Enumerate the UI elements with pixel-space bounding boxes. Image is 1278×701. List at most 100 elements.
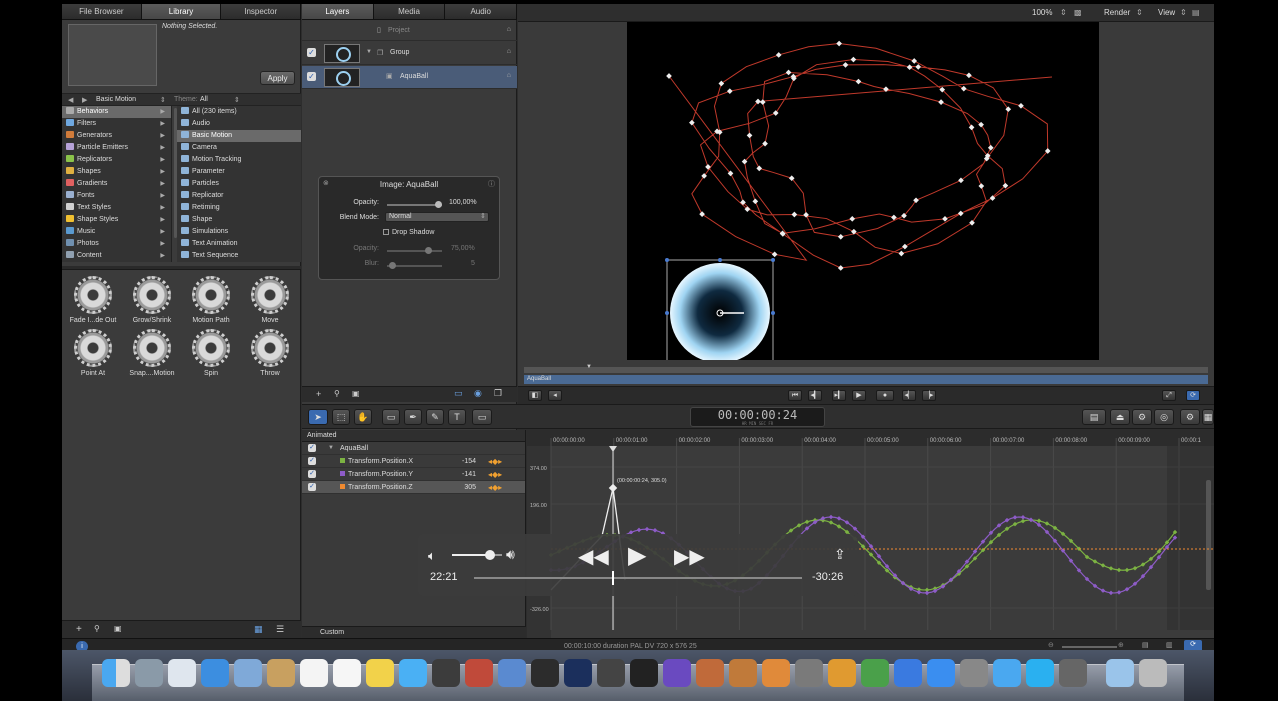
skype-icon[interactable] [1026,659,1054,687]
subcategory-item[interactable]: Simulations [177,226,301,238]
step-forward-icon[interactable]: ▸▎ [832,390,846,401]
keyframe-nav-icon[interactable]: ◂◆▸ [488,468,502,481]
pages-icon[interactable] [828,659,856,687]
bounding-box-handle[interactable] [665,311,669,315]
motion-path-point[interactable] [913,197,919,204]
motion-path-point[interactable] [850,56,857,63]
share-icon[interactable]: ▦ [1202,409,1214,425]
downloads-folder-icon[interactable] [1106,659,1134,687]
play-icon[interactable]: ▶ [852,390,866,401]
thumbnail-view-icon[interactable]: ▭ [454,388,463,399]
zoom-out-icon[interactable]: ⊖ [1048,641,1054,649]
category-item[interactable]: Shapes ▶ [62,166,171,178]
zoom-in-icon[interactable]: ⊕ [1118,641,1124,649]
photo-booth-icon[interactable] [465,659,493,687]
shadow-opacity-slider[interactable] [387,247,442,254]
parameter-row[interactable]: ✓ Transform.Position.Z 305 ◂◆▸ [302,481,525,494]
motion-path-point[interactable] [771,251,778,258]
search-icon[interactable]: ⚲ [94,624,100,633]
step-back-icon[interactable]: ◂▎ [808,390,822,401]
motion-path-point[interactable] [960,85,967,92]
bounding-box-handle[interactable] [771,311,775,315]
mainstage-icon[interactable] [729,659,757,687]
group-row[interactable]: ✓ ▼ ❐ Group ⌂ [302,42,517,65]
list-view-icon[interactable]: ☰ [276,624,284,635]
position-y-keyframe[interactable] [644,526,650,532]
motion-path-point[interactable] [726,88,733,95]
transform-tool-icon[interactable]: ⬚ [332,409,350,425]
scrub-bar[interactable] [474,571,802,585]
motion-path-point[interactable] [689,119,695,126]
motion-path-point[interactable] [803,212,809,218]
parameter-value[interactable]: 305 [450,481,476,494]
motion-path-point[interactable] [957,210,964,217]
keynote-icon[interactable] [762,659,790,687]
subcategory-item[interactable]: Text Animation [177,238,301,250]
subcategory-item[interactable]: Parameter [177,166,301,178]
position-y-keyframe[interactable] [916,589,922,595]
render-menu[interactable]: Render [1104,8,1130,17]
motion-path-point[interactable] [775,52,782,58]
view-menu[interactable]: View [1158,8,1175,17]
loop-icon[interactable]: ● [876,390,894,401]
paint-stroke-icon[interactable]: ✎ [426,409,444,425]
category-item[interactable]: Fonts ▶ [62,190,171,202]
numbers-icon[interactable] [861,659,889,687]
activity-icon[interactable] [960,659,988,687]
motion-path-point[interactable] [718,80,725,87]
position-x-keyframe[interactable] [1100,563,1106,568]
iphoto-icon[interactable] [498,659,526,687]
position-x-keyframe[interactable] [1020,518,1026,524]
parameter-enable-checkbox[interactable]: ✓ [308,470,316,478]
layer-visibility-checkbox[interactable]: ✓ [307,72,316,81]
bounding-box-handle[interactable] [718,258,722,262]
motion-path-point[interactable] [699,211,705,217]
library-item[interactable]: Fade I...de Out [64,276,122,324]
audio-icon[interactable]: ◂ [548,390,562,401]
blend-mode-popup[interactable]: Normal ⇕ [385,212,489,222]
subcategory-item[interactable]: Basic Motion [177,130,301,142]
aquaball-object[interactable] [670,263,770,360]
tab-media[interactable]: Media [373,4,446,19]
subcategory-item[interactable]: Particles [177,178,301,190]
rectangle-tool-icon[interactable]: ▭ [382,409,400,425]
curve-set-popup[interactable]: Custom [320,629,344,636]
motion-path-point[interactable] [842,62,849,68]
motion-path-point[interactable] [915,64,922,70]
zoom-popup[interactable]: 100% [1032,8,1052,17]
tab-library[interactable]: Library [141,4,222,19]
object-row[interactable]: ✓ ▼ AquaBall [302,442,525,455]
opacity-knob[interactable] [435,201,442,208]
launchpad-icon[interactable] [135,659,163,687]
icon-view-icon[interactable]: ▦ [254,624,263,635]
position-y-keyframe[interactable] [1028,517,1034,523]
back-arrow-icon[interactable]: ◀ [68,96,73,104]
subcategory-item[interactable]: Replicator [177,190,301,202]
shadow-opacity-knob[interactable] [425,247,432,254]
add-icon[interactable]: + [76,624,82,635]
system-prefs-icon[interactable] [795,659,823,687]
drop-shadow-toggle[interactable]: Drop Shadow [383,229,434,236]
position-x-keyframe[interactable] [1036,518,1042,524]
category-item[interactable]: Shape Styles ▶ [62,214,171,226]
reminders-icon[interactable] [333,659,361,687]
motion-path-point[interactable] [978,183,985,189]
position-x-keyframe[interactable] [1124,567,1130,573]
parameter-enable-checkbox[interactable]: ✓ [308,457,316,465]
position-y-keyframe[interactable] [1108,590,1114,596]
subcategory-item[interactable]: Text Sequence [177,250,301,262]
tab-file-browser[interactable]: File Browser [62,4,142,19]
preview-icon[interactable]: ▣ [114,624,122,633]
aperture-icon[interactable] [531,659,559,687]
color-channel-icon[interactable]: ▩ [1074,8,1082,17]
motion-path-point[interactable] [911,58,918,64]
keyframe-nav-icon[interactable]: ◂◆▸ [488,455,502,468]
category-item[interactable]: Music ▶ [62,226,171,238]
group-visibility-checkbox[interactable]: ✓ [307,48,316,57]
library-item[interactable]: Point At [64,329,122,377]
behaviors-icon[interactable]: ⚙ [1132,409,1152,425]
category-item[interactable]: Content ▶ [62,250,171,262]
library-item[interactable]: Spin [182,329,240,377]
disclosure-triangle-icon[interactable]: ▼ [328,442,334,455]
blur-value[interactable]: 5 [471,260,475,267]
